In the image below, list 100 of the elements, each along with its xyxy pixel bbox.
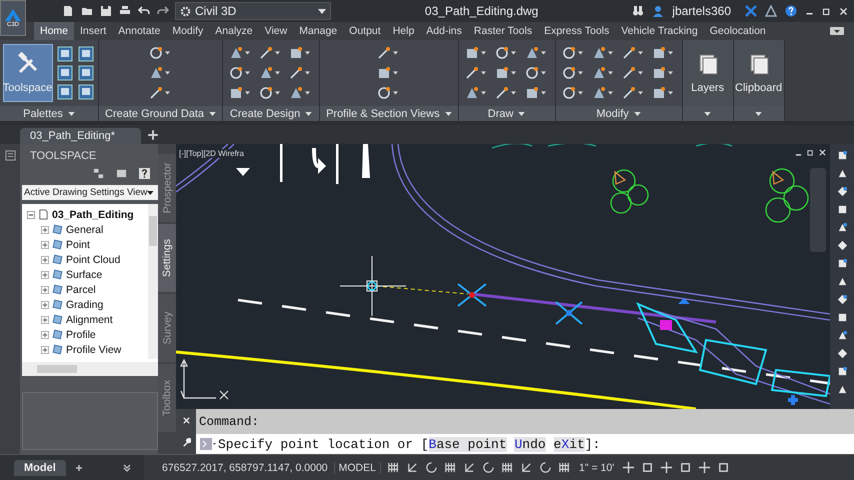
nav-tool-icon[interactable] (836, 240, 848, 251)
chevron-icon[interactable] (122, 462, 132, 472)
nav-tool-icon[interactable] (836, 258, 848, 269)
layout-tab[interactable]: Model (14, 460, 66, 476)
panel-title[interactable]: Draw (458, 106, 555, 121)
close-icon[interactable] (182, 416, 190, 425)
expand-icon[interactable] (41, 316, 49, 324)
model-space-button[interactable]: MODEL (334, 462, 381, 474)
tree-item[interactable]: Surface (27, 267, 102, 282)
panel-title[interactable]: Modify (556, 106, 682, 121)
expand-icon[interactable] (41, 300, 49, 308)
panel-title[interactable]: Profile & Section Views (320, 106, 458, 121)
coordinates[interactable]: 676527.2017, 658797.1147, 0.0000 (162, 462, 328, 474)
scroll-bar[interactable] (148, 204, 158, 359)
ribbon-tab[interactable]: Insert (74, 22, 112, 40)
ribbon-tab[interactable]: View (258, 22, 294, 40)
status-tool-icon[interactable] (386, 461, 400, 474)
panel-toggle-icon[interactable] (830, 27, 844, 35)
new-layout-icon[interactable] (74, 462, 84, 472)
ribbon-tab[interactable]: Home (34, 22, 74, 40)
view-dropdown[interactable]: Active Drawing Settings View (22, 185, 158, 200)
hierarchy-icon[interactable] (93, 168, 104, 179)
nav-tool-icon[interactable] (836, 222, 848, 233)
ribbon-tab[interactable]: Raster Tools (468, 22, 538, 40)
binoculars-icon[interactable] (632, 5, 644, 17)
palette-icon[interactable] (56, 65, 72, 81)
ribbon-tab[interactable]: Output (343, 22, 387, 40)
tree-item[interactable]: Point (27, 237, 90, 252)
new-file-icon[interactable] (62, 5, 74, 17)
palette-icon[interactable] (78, 65, 94, 81)
status-tool-icon[interactable] (679, 461, 692, 474)
annotation-scale[interactable]: 1" = 10' (576, 462, 616, 474)
status-tool-icon[interactable] (622, 461, 636, 474)
panel-title[interactable]: Create Design (223, 106, 320, 121)
status-tool-icon[interactable] (641, 461, 654, 474)
status-tool-icon[interactable] (462, 461, 476, 474)
new-tab-icon[interactable] (147, 129, 160, 141)
viewport-label[interactable]: [-][Top][2D Wirefra (179, 149, 246, 158)
nav-tool-icon[interactable] (836, 348, 848, 359)
nav-tool-icon[interactable] (836, 150, 848, 161)
save-icon[interactable] (100, 5, 112, 17)
tree-item[interactable]: Profile View (27, 342, 122, 357)
help-icon[interactable] (139, 168, 150, 179)
ribbon-tab[interactable]: Manage (293, 22, 344, 40)
palette-icon[interactable] (56, 84, 72, 100)
expand-icon[interactable] (41, 256, 49, 264)
expand-icon[interactable] (41, 286, 49, 294)
status-tool-icon[interactable] (406, 461, 419, 474)
tree-item[interactable]: Alignment (27, 312, 113, 327)
status-tool-icon[interactable] (558, 461, 571, 474)
panel-icon[interactable] (116, 168, 127, 179)
nav-tool-icon[interactable] (836, 186, 848, 197)
panel-title[interactable]: Create Ground Data (99, 106, 222, 121)
redo-icon[interactable] (157, 5, 169, 17)
status-tool-icon[interactable] (717, 461, 730, 474)
palette-icon[interactable] (78, 46, 94, 62)
palette-menu-icon[interactable] (4, 150, 16, 161)
tree-item[interactable]: Parcel (27, 282, 96, 297)
nav-tool-icon[interactable] (836, 204, 848, 215)
undo-icon[interactable] (138, 5, 150, 17)
restore-icon[interactable] (807, 149, 814, 156)
nav-tool-icon[interactable] (836, 384, 848, 395)
triangle-icon[interactable] (765, 5, 777, 17)
status-tool-icon[interactable] (520, 461, 533, 474)
nav-tool-icon[interactable] (836, 330, 848, 341)
tree-item[interactable]: 03_Path_Editing (27, 207, 134, 222)
tree-item[interactable]: General (27, 222, 104, 237)
scroll-bar[interactable] (810, 168, 826, 252)
file-tab[interactable]: 03_Path_Editing* (20, 128, 142, 144)
nav-tool-icon[interactable] (836, 294, 848, 305)
status-tool-icon[interactable] (538, 461, 552, 474)
status-tool-icon[interactable] (500, 461, 514, 474)
ribbon-tab[interactable]: Help (386, 22, 420, 40)
status-tool-icon[interactable] (444, 461, 457, 474)
wrench-icon[interactable] (182, 438, 190, 448)
restore-icon[interactable] (822, 6, 831, 16)
expand-icon[interactable] (41, 270, 49, 278)
nav-tool-icon[interactable] (836, 366, 848, 377)
x-icon[interactable] (745, 5, 757, 17)
panel-title[interactable]: Palettes (0, 106, 98, 121)
nav-tool-icon[interactable] (836, 276, 848, 287)
ribbon-tab[interactable]: Express Tools (538, 22, 616, 40)
ribbon-tab[interactable]: Modify (166, 22, 210, 40)
ribbon-tab[interactable]: Add-ins (420, 22, 468, 40)
ribbon-tab[interactable]: Vehicle Tracking (615, 22, 704, 40)
user-name[interactable]: jbartels360 (672, 4, 731, 18)
toolspace-button[interactable]: Toolspace (2, 44, 52, 102)
close-icon[interactable] (819, 149, 826, 156)
expand-icon[interactable] (41, 240, 49, 248)
collapse-icon[interactable] (27, 210, 35, 218)
close-icon[interactable] (839, 6, 848, 16)
status-tool-icon[interactable] (482, 461, 495, 474)
tree-item[interactable]: Grading (27, 297, 104, 312)
expand-icon[interactable] (41, 226, 49, 234)
ribbon-tab[interactable]: Annotate (112, 22, 166, 40)
status-tool-icon[interactable] (424, 461, 438, 474)
workspace-dropdown[interactable]: Civil 3D (175, 2, 331, 20)
scroll-bar[interactable] (22, 362, 158, 376)
expand-icon[interactable] (41, 346, 49, 354)
ribbon-tab[interactable]: Analyze (209, 22, 259, 40)
